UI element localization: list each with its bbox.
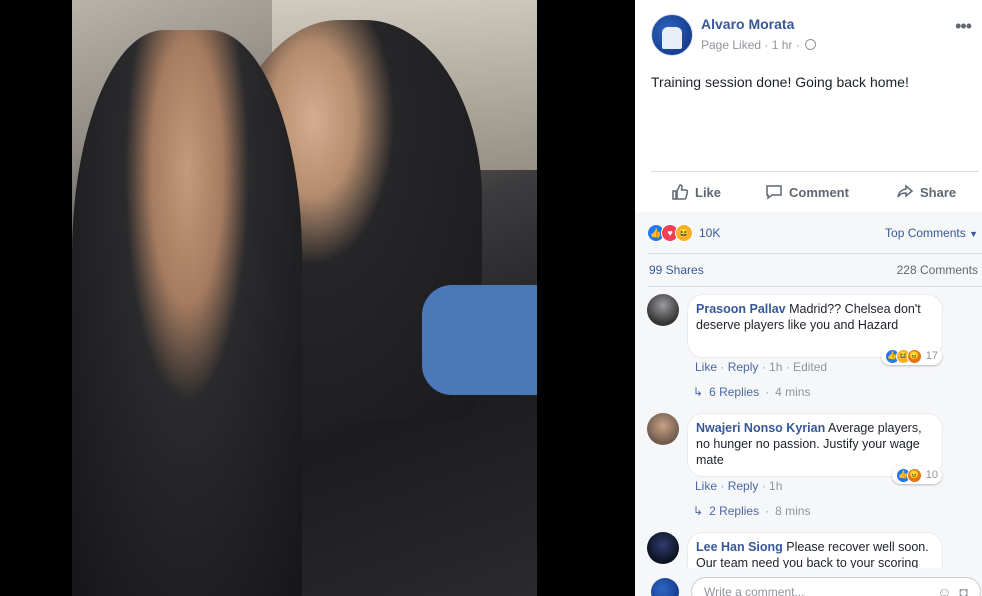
comment-label: Comment xyxy=(789,184,849,200)
shares-link[interactable]: 99 Shares xyxy=(649,263,704,277)
comment-input-placeholder: Write a comment... xyxy=(704,585,805,596)
emoji-icon[interactable]: ☺ xyxy=(937,584,951,596)
post-meta: Page Liked · 1 hr · xyxy=(701,38,817,52)
comment-bubble: Nwajeri Nonso Kyrian Average players, no… xyxy=(687,413,943,484)
my-avatar xyxy=(651,578,679,596)
composer-icons: ☺ ◘ xyxy=(937,584,968,596)
reaction-count: 10K xyxy=(699,226,721,240)
top-comments-label: Top Comments xyxy=(885,226,966,240)
comment-reaction-count: 17 xyxy=(925,350,938,362)
like-label: Like xyxy=(695,184,722,200)
commenter-name[interactable]: Lee Han Siong xyxy=(696,540,783,554)
commenter-name[interactable]: Prasoon Pallav xyxy=(696,302,786,316)
comment-item: Lee Han Siong Please recover well soon. … xyxy=(647,532,977,568)
haha-reaction-icon: 😆 xyxy=(675,224,693,242)
divider xyxy=(647,253,982,254)
divider xyxy=(647,286,982,287)
reply-arrow-icon: ↳ xyxy=(693,504,704,518)
thumbs-up-icon xyxy=(672,184,689,200)
author-name[interactable]: Alvaro Morata xyxy=(701,16,794,32)
comment-reaction-count: 10 xyxy=(925,469,938,481)
share-button[interactable]: Share xyxy=(896,172,956,212)
replies-time: 8 mins xyxy=(775,504,811,518)
photo-jeans xyxy=(422,285,537,395)
comment-like-link[interactable]: Like xyxy=(695,479,717,493)
comment-icon xyxy=(766,185,782,200)
comments-count-link[interactable]: 228 Comments xyxy=(897,263,978,277)
comment-input[interactable]: Write a comment... ☺ ◘ xyxy=(691,577,981,596)
post-header: Alvaro Morata Page Liked · 1 hr · ••• xyxy=(651,14,972,56)
angry-reaction-icon: 😠 xyxy=(906,467,922,483)
share-arrow-icon xyxy=(897,184,914,198)
commenter-name[interactable]: Nwajeri Nonso Kyrian xyxy=(696,421,825,435)
photo-person-selfie xyxy=(72,30,302,596)
comment-reactions[interactable]: 👍 😆 😠 17 xyxy=(880,347,942,365)
comment-bubble: Prasoon Pallav Madrid?? Chelsea don't de… xyxy=(687,294,943,365)
photo-viewer xyxy=(0,0,635,596)
post-actions: Like Comment Share xyxy=(651,172,979,212)
comment-composer: Write a comment... ☺ ◘ xyxy=(635,576,982,596)
commenter-avatar[interactable] xyxy=(647,413,679,445)
view-replies-link[interactable]: ↳ 6 Replies · 4 mins xyxy=(693,385,810,399)
globe-icon xyxy=(805,39,817,50)
comment-reply-link[interactable]: Reply xyxy=(728,479,759,493)
replies-count: 2 Replies xyxy=(709,504,760,518)
comment-time: 1h xyxy=(769,479,783,493)
post-photo[interactable] xyxy=(72,0,537,596)
angry-reaction-icon: 😠 xyxy=(906,348,922,364)
post-text: Training session done! Going back home! xyxy=(651,74,909,90)
camera-icon[interactable]: ◘ xyxy=(960,584,968,596)
comment-time: 1h · Edited xyxy=(769,360,828,374)
replies-time: 4 mins xyxy=(775,385,811,399)
share-label: Share xyxy=(920,184,957,200)
comment-reactions[interactable]: 👍 😠 10 xyxy=(891,466,942,484)
commenter-avatar[interactable] xyxy=(647,532,679,564)
comment-actions: Like · Reply · 1h xyxy=(695,479,783,493)
reply-arrow-icon: ↳ xyxy=(693,385,704,399)
top-comments-dropdown[interactable]: Top Comments ▼ xyxy=(885,226,978,240)
post-side-panel: Alvaro Morata Page Liked · 1 hr · ••• Tr… xyxy=(635,0,982,596)
more-dots-icon[interactable]: ••• xyxy=(955,16,972,37)
post-meta-text: Page Liked · 1 hr · xyxy=(701,38,800,52)
caret-down-icon: ▼ xyxy=(969,229,978,239)
author-avatar[interactable] xyxy=(651,14,693,56)
reaction-summary[interactable]: 👍 ♥ 😆 10K xyxy=(647,224,720,242)
comment-like-link[interactable]: Like xyxy=(695,360,717,374)
comment-reply-link[interactable]: Reply xyxy=(728,360,759,374)
commenter-avatar[interactable] xyxy=(647,294,679,326)
replies-count: 6 Replies xyxy=(709,385,760,399)
comment-button[interactable]: Comment xyxy=(765,172,849,212)
comment-actions: Like · Reply · 1h · Edited xyxy=(695,360,828,374)
like-button[interactable]: Like xyxy=(671,172,721,212)
view-replies-link[interactable]: ↳ 2 Replies · 8 mins xyxy=(693,504,810,518)
comments-section: 👍 ♥ 😆 10K Top Comments ▼ 99 Shares 228 C… xyxy=(635,212,982,596)
comment-bubble: Lee Han Siong Please recover well soon. … xyxy=(687,532,943,568)
